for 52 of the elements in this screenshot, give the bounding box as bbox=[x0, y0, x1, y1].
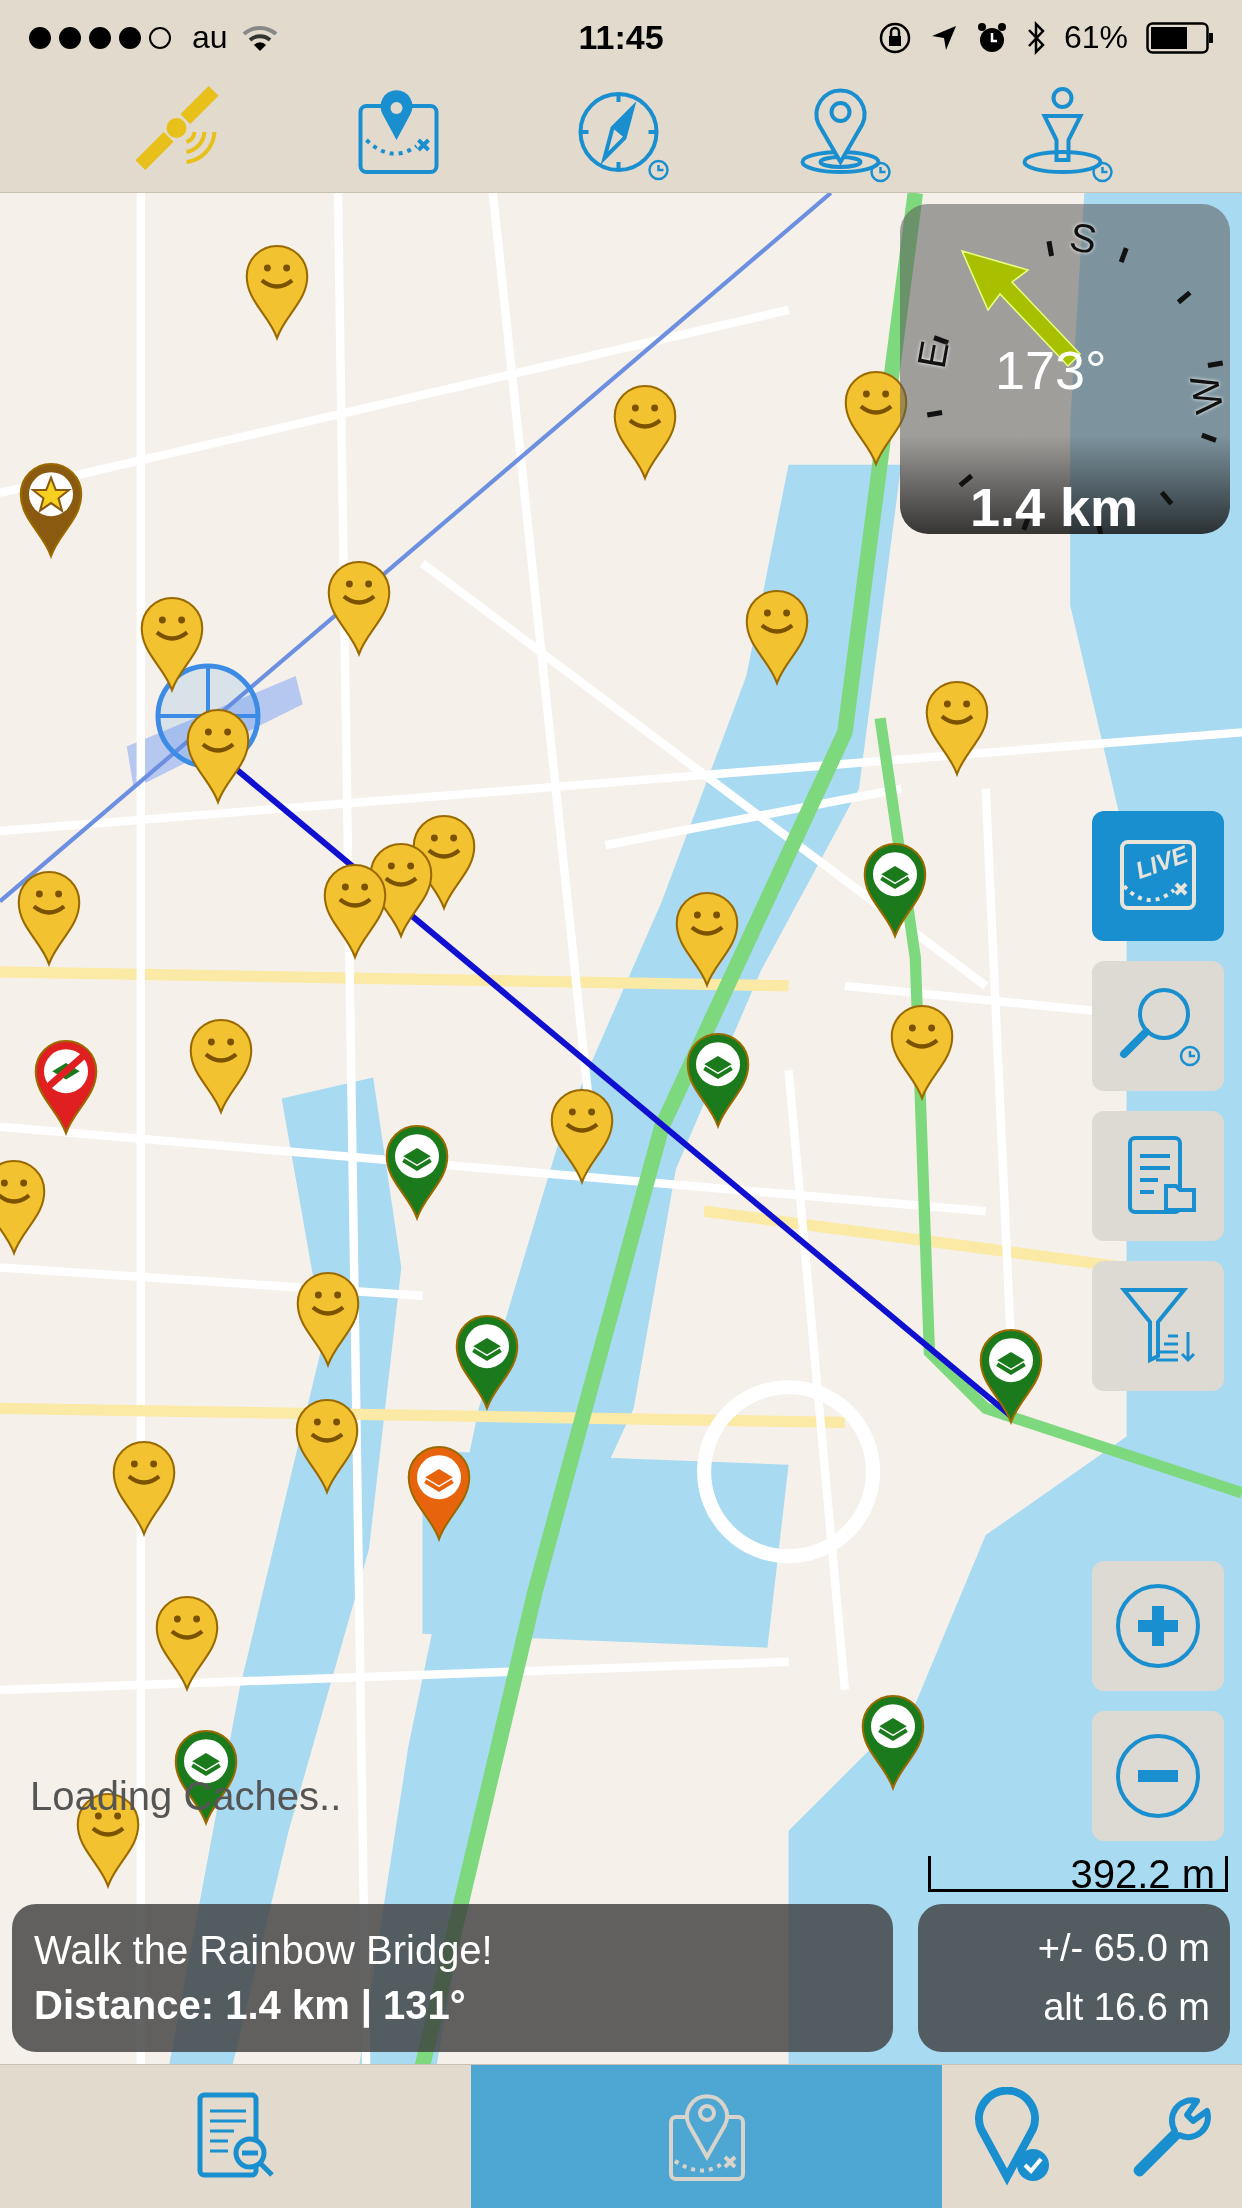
compass-letter: E bbox=[908, 337, 958, 372]
distance-value: 1.4 km bbox=[970, 476, 1139, 538]
smiley-pin-icon[interactable] bbox=[549, 1087, 615, 1185]
smiley-pin-icon[interactable] bbox=[612, 383, 678, 481]
smiley-pin-icon[interactable] bbox=[185, 707, 251, 805]
gps-accuracy: +/- 65.0 m bbox=[1037, 1927, 1210, 1970]
smiley-pin-icon[interactable] bbox=[674, 890, 740, 988]
rotation-lock-icon bbox=[877, 20, 912, 55]
target-distance: Distance: 1.4 km | 131° bbox=[34, 1983, 467, 2028]
smiley-pin-icon[interactable] bbox=[889, 1003, 955, 1101]
smiley-pin-icon[interactable] bbox=[111, 1439, 177, 1537]
box-pin-icon[interactable] bbox=[862, 841, 928, 939]
box-pin-icon[interactable] bbox=[860, 1693, 926, 1791]
smiley-pin-icon[interactable] bbox=[322, 862, 388, 960]
bluetooth-icon bbox=[1025, 20, 1046, 55]
search-button[interactable] bbox=[1092, 961, 1224, 1091]
box-pin-icon[interactable] bbox=[685, 1031, 751, 1129]
wifi-icon bbox=[241, 23, 278, 52]
zoom-in-button[interactable] bbox=[1092, 1561, 1224, 1691]
box-pin-icon[interactable] bbox=[454, 1313, 520, 1411]
smiley-pin-icon[interactable] bbox=[16, 869, 82, 967]
carrier-name: au bbox=[192, 19, 228, 56]
box-pin-icon[interactable] bbox=[978, 1327, 1044, 1425]
smiley-pin-icon[interactable] bbox=[744, 588, 810, 686]
heading-value: 173° bbox=[995, 339, 1107, 401]
smiley-pin-icon[interactable] bbox=[188, 1017, 254, 1115]
compass-letter: W bbox=[1181, 372, 1233, 417]
box-pin-icon[interactable] bbox=[406, 1444, 472, 1542]
smiley-pin-icon[interactable] bbox=[924, 679, 990, 777]
target-name: Walk the Rainbow Bridge! bbox=[34, 1928, 494, 1973]
plus-icon bbox=[1113, 1581, 1203, 1671]
gps-altitude: alt 16.6 m bbox=[1043, 1986, 1210, 2029]
alarm-clock-icon bbox=[975, 21, 1008, 54]
smiley-pin-icon[interactable] bbox=[326, 559, 392, 657]
smiley-pin-icon[interactable] bbox=[295, 1270, 361, 1368]
battery-percent: 61% bbox=[1063, 19, 1128, 56]
battery-icon bbox=[1146, 21, 1214, 54]
box-pin-icon[interactable] bbox=[384, 1123, 450, 1221]
live-map-button[interactable]: LIVE bbox=[1092, 811, 1224, 941]
star-pin-icon[interactable] bbox=[18, 461, 84, 559]
status-time: 11:45 bbox=[578, 18, 664, 57]
scale-bar: 392.2 m bbox=[928, 1856, 1228, 1892]
filter-button[interactable] bbox=[1092, 1261, 1224, 1391]
smiley-pin-icon[interactable] bbox=[139, 595, 205, 693]
smiley-pin-icon[interactable] bbox=[154, 1594, 220, 1692]
compass-letter: S bbox=[1066, 214, 1101, 263]
smiley-pin-icon[interactable] bbox=[294, 1397, 360, 1495]
smiley-pin-icon[interactable] bbox=[244, 243, 310, 341]
zoom-out-button[interactable] bbox=[1092, 1711, 1224, 1841]
smiley-pin-icon[interactable] bbox=[0, 1158, 47, 1256]
minus-icon bbox=[1113, 1731, 1203, 1821]
list-button[interactable] bbox=[1092, 1111, 1224, 1241]
